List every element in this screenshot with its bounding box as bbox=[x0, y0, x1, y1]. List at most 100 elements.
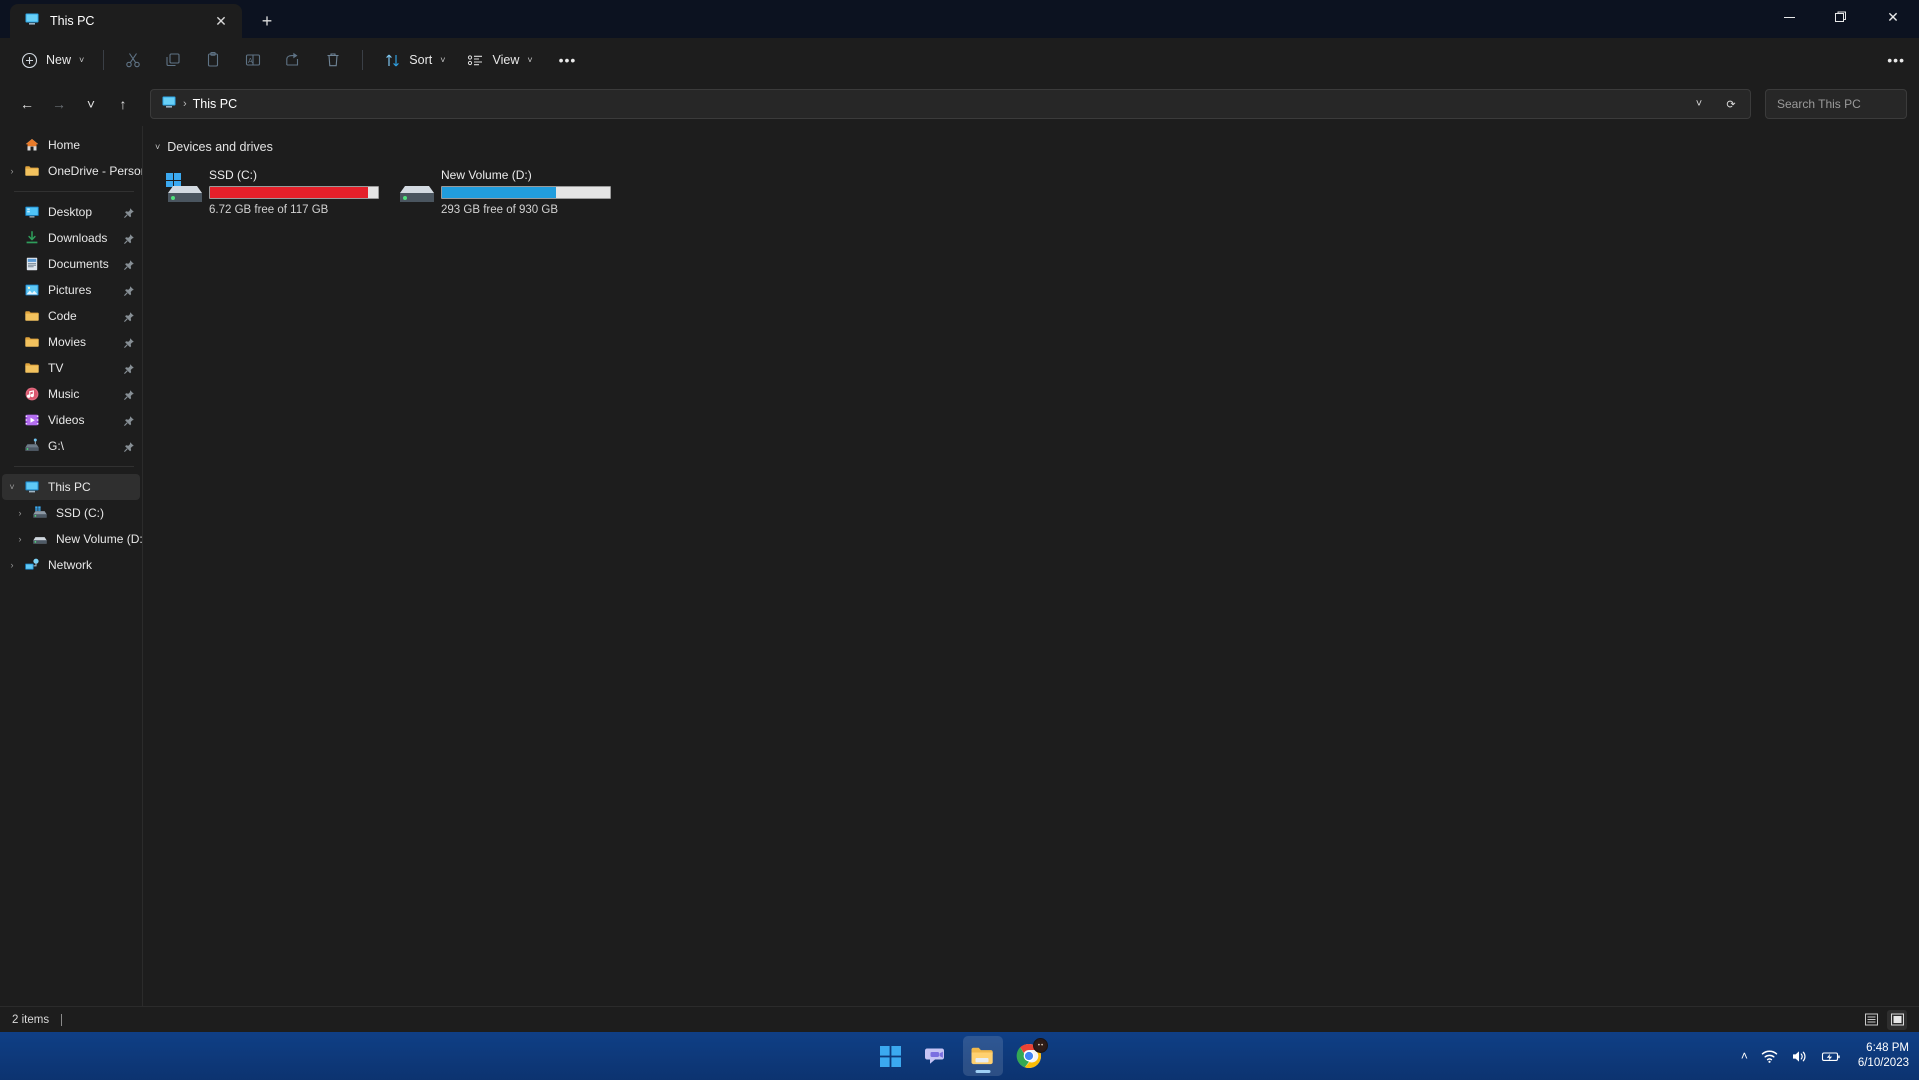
folder-icon bbox=[22, 163, 42, 179]
file-list-area[interactable]: ˅ Devices and drives SSD (C:) 6.72 GB fre… bbox=[143, 126, 1919, 1006]
file-explorer-icon[interactable] bbox=[962, 1036, 1003, 1076]
forward-button[interactable]: → bbox=[44, 89, 74, 119]
maximize-restore-button[interactable] bbox=[1815, 0, 1867, 34]
sort-icon bbox=[382, 50, 402, 70]
system-tray: ˄ 6:48 PM 6/10/2023 bbox=[1741, 1041, 1909, 1071]
sidebar-item-downloads[interactable]: Downloads bbox=[2, 225, 140, 251]
details-view-button[interactable] bbox=[1861, 1010, 1881, 1030]
pin-icon[interactable] bbox=[123, 336, 135, 348]
teams-icon[interactable] bbox=[917, 1036, 957, 1076]
sidebar-item-new-volume-d[interactable]: › New Volume (D:) bbox=[2, 526, 143, 552]
recent-locations-button[interactable]: ˅ bbox=[76, 89, 106, 119]
chevron-right-icon[interactable]: › bbox=[10, 534, 30, 544]
more-options-button[interactable]: ••• bbox=[550, 44, 586, 76]
capacity-bar bbox=[441, 186, 611, 199]
view-toggle-group bbox=[1861, 1009, 1913, 1030]
group-header-devices-and-drives[interactable]: ˅ Devices and drives bbox=[143, 126, 1919, 162]
copy-button[interactable] bbox=[154, 44, 192, 76]
chevron-down-icon[interactable]: ˅ bbox=[1686, 91, 1712, 117]
sidebar-item-pictures[interactable]: Pictures bbox=[2, 277, 140, 303]
pin-icon[interactable] bbox=[123, 232, 135, 244]
home-icon bbox=[22, 137, 42, 153]
drive-name: SSD (C:) bbox=[209, 168, 257, 182]
chevron-up-icon[interactable]: ˄ bbox=[1741, 1049, 1748, 1063]
this-pc-icon bbox=[22, 479, 42, 495]
pin-icon[interactable] bbox=[123, 440, 135, 452]
search-box[interactable] bbox=[1765, 89, 1919, 119]
minimize-button[interactable] bbox=[1763, 0, 1815, 34]
sidebar-item-home[interactable]: Home bbox=[2, 132, 140, 158]
back-button[interactable]: ← bbox=[12, 89, 42, 119]
share-button[interactable] bbox=[274, 44, 312, 76]
chevron-down-icon[interactable]: ˅ bbox=[2, 482, 22, 492]
pin-icon[interactable] bbox=[123, 206, 135, 218]
sidebar-item-movies[interactable]: Movies bbox=[2, 329, 140, 355]
new-tab-button[interactable]: + bbox=[252, 6, 282, 36]
drive-capacity-label: 293 GB free of 930 GB bbox=[441, 204, 558, 216]
see-more-button[interactable]: ••• bbox=[1887, 52, 1905, 68]
up-button[interactable]: ↑ bbox=[108, 89, 138, 119]
large-icons-view-button[interactable] bbox=[1887, 1009, 1907, 1030]
sidebar-item-videos[interactable]: Videos bbox=[2, 407, 140, 433]
rename-button[interactable]: A bbox=[234, 44, 272, 76]
sidebar-item-ssd-c[interactable]: › SSD (C:) bbox=[2, 500, 140, 526]
clock[interactable]: 6:48 PM 6/10/2023 bbox=[1858, 1041, 1909, 1071]
sort-button[interactable]: Sort ˅ bbox=[373, 44, 454, 76]
sidebar-item-code[interactable]: Code bbox=[2, 303, 140, 329]
battery-charging-icon[interactable] bbox=[1821, 1048, 1841, 1065]
wifi-icon[interactable] bbox=[1761, 1048, 1778, 1065]
navigation-pane: Home › OneDrive - Personal Desktop Downloads… bbox=[0, 126, 143, 1006]
this-pc-icon bbox=[161, 94, 177, 115]
sidebar-item-tv[interactable]: TV bbox=[2, 355, 140, 381]
sidebar-item-onedrive-personal[interactable]: › OneDrive - Personal bbox=[2, 158, 143, 184]
system-drive-icon bbox=[30, 505, 50, 521]
breadcrumb-separator: › bbox=[183, 98, 187, 110]
sidebar-item-label: Desktop bbox=[48, 205, 93, 219]
chrome-icon[interactable] bbox=[1009, 1036, 1049, 1076]
sidebar-item-this-pc[interactable]: ˅ This PC bbox=[2, 474, 140, 500]
pin-icon[interactable] bbox=[123, 284, 135, 296]
pin-icon[interactable] bbox=[123, 310, 135, 322]
chevron-down-icon: ˅ bbox=[440, 55, 446, 65]
pin-icon[interactable] bbox=[123, 388, 135, 400]
share-icon bbox=[283, 50, 303, 70]
pin-icon[interactable] bbox=[123, 362, 135, 374]
paste-icon bbox=[203, 50, 223, 70]
chevron-right-icon[interactable]: › bbox=[2, 560, 22, 570]
search-input[interactable] bbox=[1777, 97, 1919, 111]
notification-badge bbox=[1032, 1038, 1048, 1053]
pin-icon[interactable] bbox=[123, 258, 135, 270]
sidebar-item-label: G:\ bbox=[48, 439, 65, 453]
chevron-down-icon[interactable]: ˅ bbox=[155, 142, 160, 152]
close-window-button[interactable]: ✕ bbox=[1867, 0, 1919, 34]
chevron-right-icon[interactable]: › bbox=[10, 508, 30, 518]
explorer-body: Home › OneDrive - Personal Desktop Downloads… bbox=[0, 126, 1919, 1006]
breadcrumb[interactable]: › This PC ˅ ⟳ bbox=[150, 89, 1751, 119]
new-button[interactable]: New ˅ bbox=[10, 44, 93, 76]
drive-tile[interactable]: New Volume (D:) 293 GB free of 930 GB bbox=[389, 162, 617, 218]
view-button[interactable]: View ˅ bbox=[456, 44, 541, 76]
tab-this-pc[interactable]: This PC ✕ bbox=[10, 4, 242, 38]
refresh-icon[interactable]: ⟳ bbox=[1718, 91, 1744, 117]
close-icon[interactable]: ✕ bbox=[208, 9, 234, 33]
desktop-icon bbox=[22, 204, 42, 220]
drive-tile[interactable]: SSD (C:) 6.72 GB free of 117 GB bbox=[157, 162, 385, 218]
breadcrumb-this-pc[interactable]: This PC bbox=[193, 97, 237, 111]
volume-icon[interactable] bbox=[1791, 1048, 1808, 1065]
sidebar-item-music[interactable]: Music bbox=[2, 381, 140, 407]
network-drive-icon bbox=[22, 438, 42, 454]
chevron-right-icon[interactable]: › bbox=[2, 166, 22, 176]
cut-button[interactable] bbox=[114, 44, 152, 76]
pin-icon[interactable] bbox=[123, 414, 135, 426]
sidebar-item-label: Network bbox=[48, 558, 93, 572]
capacity-bar-fill bbox=[210, 187, 368, 198]
start-button[interactable] bbox=[871, 1036, 911, 1076]
sidebar-item-desktop[interactable]: Desktop bbox=[2, 199, 140, 225]
sidebar-item-g[interactable]: G:\ bbox=[2, 433, 140, 459]
copy-icon bbox=[163, 50, 183, 70]
sidebar-item-documents[interactable]: Documents bbox=[2, 251, 140, 277]
sidebar-item-network[interactable]: › Network bbox=[2, 552, 140, 578]
paste-button[interactable] bbox=[194, 44, 232, 76]
item-count-label: 2 items bbox=[12, 1013, 50, 1026]
delete-button[interactable] bbox=[314, 44, 352, 76]
